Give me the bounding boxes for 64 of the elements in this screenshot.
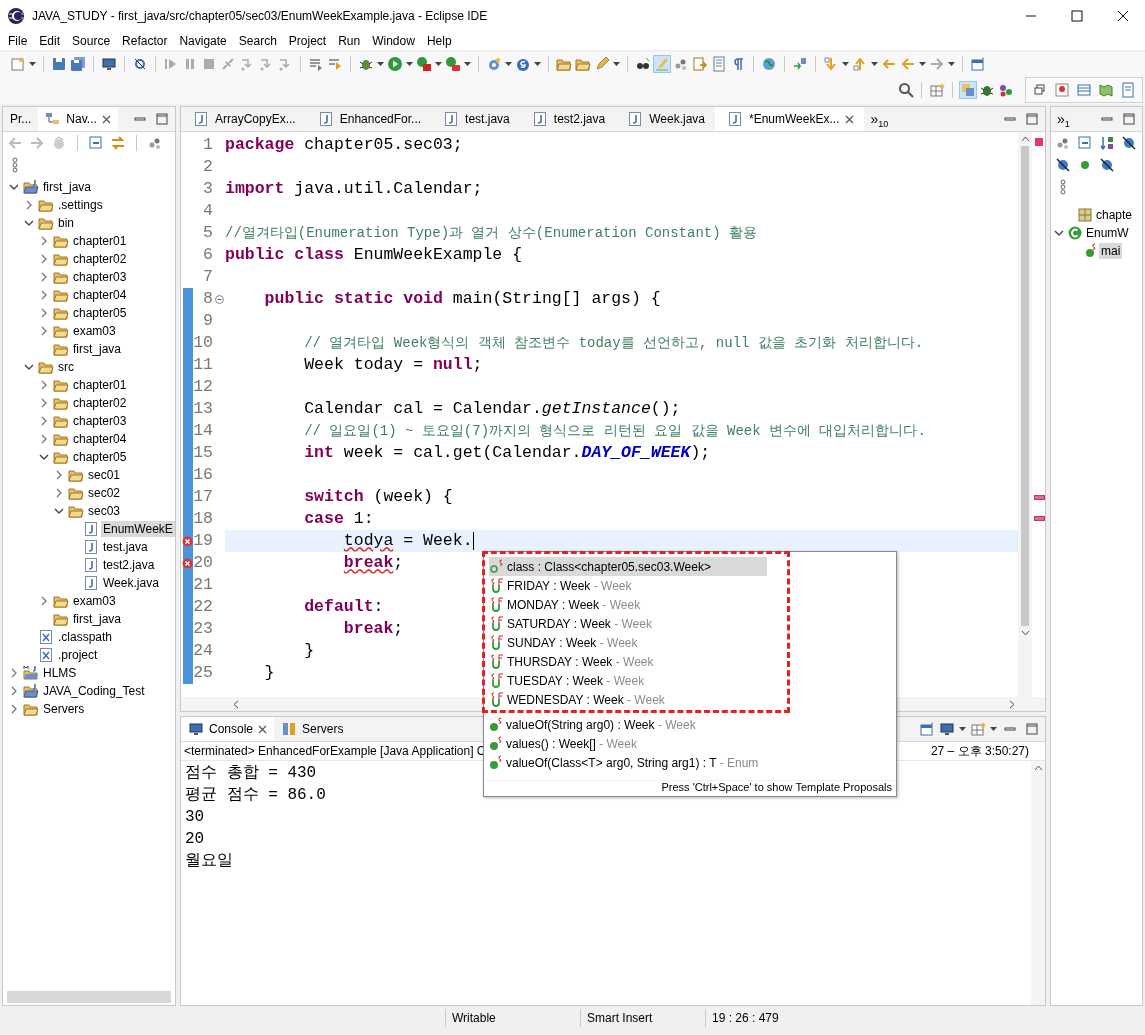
code-line: break; (342, 618, 404, 640)
status-text: 19 : 26 : 479 (705, 1009, 855, 1027)
line-number: 23 (193, 618, 213, 640)
tab-label: test.java (465, 112, 510, 126)
tab-label: ArrayCopyEx... (215, 112, 296, 126)
code-line: import java.util.Calendar; (225, 178, 483, 200)
status-text: Writable (445, 1009, 580, 1027)
line-number: 18 (193, 508, 213, 530)
line-number: 11 (193, 354, 213, 376)
code-line: switch (week) { (303, 486, 453, 508)
line-number: 5 (202, 222, 213, 244)
tab-label: test2.java (553, 112, 606, 126)
line-number: 24 (193, 640, 213, 662)
code-line: } (263, 662, 275, 684)
line-number: 4 (202, 200, 213, 222)
code-line: todya = Week. (342, 530, 473, 552)
line-number: 20 (193, 552, 213, 574)
tab-label: Week.java (649, 112, 705, 126)
line-number: 22 (193, 596, 213, 618)
line-number: 15 (193, 442, 213, 464)
line-number: 16 (193, 464, 213, 486)
console-output-line: 점수 총합 = 430 (185, 763, 317, 784)
line-number: 2 (202, 156, 213, 178)
code-line: case 1: (303, 508, 374, 530)
line-number: 6 (202, 244, 213, 266)
line-number: 10 (193, 332, 213, 354)
tab-label: Console (209, 722, 254, 736)
code-line: package chapter05.sec03; (225, 134, 463, 156)
line-number: 14 (193, 420, 213, 442)
code-line: Calendar cal = Calendar.getInstance(); (303, 398, 681, 420)
console-output-line: 30 (185, 807, 205, 828)
console-status: 27 – 오후 3:50:27) (930, 742, 1029, 760)
code-line: Week today = null; (303, 354, 483, 376)
code-line: } (303, 640, 315, 662)
tab-label: Nav... (66, 112, 97, 126)
line-number: 7 (202, 266, 213, 288)
line-number: 9 (202, 310, 213, 332)
code-line: default: (303, 596, 384, 618)
code-line: //열겨타입(Enumeration Type)과 열거 상수(Enumeration Constant) 활용 (225, 224, 758, 243)
tab-label: *EnumWeekEx... (749, 112, 840, 126)
console-output-line: 월요일 (185, 851, 233, 872)
popup-hint: Press 'Ctrl+Space' to show Template Proposals (484, 780, 896, 796)
code-line: public static void main(String[] args) { (263, 288, 661, 310)
code-line: int week = cal.get(Calendar.DAY_OF_WEEK); (303, 442, 711, 464)
code-line: // 열겨타입 Week형식의 객체 참조변수 today를 선언하고, null 값을 초기화 처리합니다. (303, 334, 924, 353)
code-line: public class EnumWeekExample { (225, 244, 523, 266)
line-number: 1 (202, 134, 213, 156)
console-output-line: 20 (185, 829, 205, 850)
tab-label: EnhancedFor... (339, 112, 422, 126)
line-number: 13 (193, 398, 213, 420)
console-output-line: 평균 점수 = 86.0 (185, 785, 326, 806)
status-text: Smart Insert (580, 1009, 705, 1027)
tab-label: Pr... (10, 112, 32, 126)
code-line: // 일요일(1) ~ 토요일(7)까지의 형식으로 리턴된 요일 값을 Week 변수에 대입처리합니다. (303, 422, 926, 441)
code-line: break; (342, 552, 404, 574)
line-number: 19 (193, 530, 213, 552)
line-number: 12 (193, 376, 213, 398)
line-number: 3 (202, 178, 213, 200)
line-number: 25 (193, 662, 213, 684)
line-number: 8 (202, 288, 213, 310)
line-number: 21 (193, 574, 213, 596)
line-number: 17 (193, 486, 213, 508)
window-title: JAVA_STUDY - first_java/src/chapter05/sec03/EnumWeekExample.java - Eclipse IDE (32, 9, 489, 23)
tab-label: Servers (302, 722, 344, 736)
